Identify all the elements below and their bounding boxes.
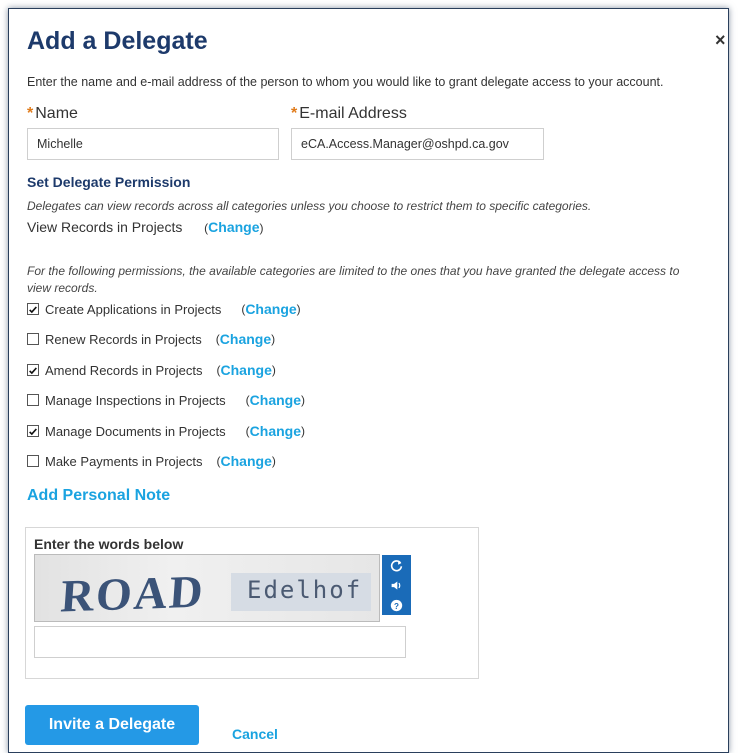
add-delegate-dialog: Add a Delegate × Enter the name and e-ma… bbox=[8, 8, 729, 753]
checkmark-icon bbox=[29, 427, 37, 435]
permission-row: Make Payments in Projects(Change) bbox=[27, 453, 276, 469]
invite-delegate-button[interactable]: Invite a Delegate bbox=[25, 705, 199, 745]
permission-label: Renew Records in Projects bbox=[45, 331, 202, 347]
permission-label: Create Applications in Projects bbox=[45, 301, 222, 317]
permission-change-link[interactable]: Change bbox=[250, 423, 301, 439]
permission-checkbox[interactable] bbox=[27, 425, 39, 437]
permission-checkbox[interactable] bbox=[27, 333, 39, 345]
permission-label: Manage Inspections in Projects bbox=[45, 392, 226, 408]
captcha-controls: ? bbox=[382, 555, 411, 615]
name-label: * Name bbox=[27, 105, 78, 122]
view-records-label: View Records in Projects bbox=[27, 219, 183, 235]
cancel-link[interactable]: Cancel bbox=[232, 726, 278, 742]
limit-note: For the following permissions, the avail… bbox=[27, 264, 680, 295]
intro-text: Enter the name and e-mail address of the… bbox=[27, 75, 664, 89]
permission-change-link[interactable]: Change bbox=[221, 453, 272, 469]
checkmark-icon bbox=[29, 305, 37, 313]
captcha-input[interactable] bbox=[34, 626, 406, 658]
name-field[interactable]: Michelle bbox=[27, 128, 279, 160]
permission-label: Make Payments in Projects bbox=[45, 453, 203, 469]
permission-row: Create Applications in Projects(Change) bbox=[27, 301, 301, 317]
set-permission-heading: Set Delegate Permission bbox=[27, 174, 191, 190]
permission-label: Manage Documents in Projects bbox=[45, 423, 226, 439]
refresh-icon[interactable] bbox=[386, 557, 407, 573]
permission-change-link[interactable]: Change bbox=[220, 331, 271, 347]
checkmark-icon bbox=[29, 366, 37, 374]
question-icon[interactable]: ? bbox=[386, 597, 407, 613]
permission-label: Amend Records in Projects bbox=[45, 362, 203, 378]
close-icon[interactable]: × bbox=[715, 30, 726, 51]
captcha-box: Enter the words below ROAD Edelhof ? bbox=[25, 527, 479, 679]
view-note: Delegates can view records across all ca… bbox=[27, 199, 592, 213]
permission-checkbox[interactable] bbox=[27, 394, 39, 406]
email-field[interactable]: eCA.Access.Manager@oshpd.ca.gov bbox=[291, 128, 544, 160]
permission-row: Manage Documents in Projects(Change) bbox=[27, 423, 305, 439]
permission-change-link[interactable]: Change bbox=[250, 392, 301, 408]
permission-change-link[interactable]: Change bbox=[221, 362, 272, 378]
required-marker: * bbox=[27, 105, 34, 122]
permission-row: Renew Records in Projects(Change) bbox=[27, 331, 275, 347]
captcha-word-2: Edelhof bbox=[247, 576, 363, 604]
required-marker: * bbox=[291, 105, 298, 122]
svg-text:?: ? bbox=[394, 601, 399, 610]
dialog-title: Add a Delegate bbox=[27, 27, 208, 55]
captcha-label: Enter the words below bbox=[34, 536, 184, 552]
permission-row: Manage Inspections in Projects(Change) bbox=[27, 392, 305, 408]
email-label: * E-mail Address bbox=[291, 105, 407, 122]
view-records-change-link[interactable]: Change bbox=[208, 219, 259, 235]
speaker-icon[interactable] bbox=[386, 577, 407, 593]
view-records-row: View Records in Projects (Change) bbox=[27, 219, 264, 235]
permission-checkbox[interactable] bbox=[27, 455, 39, 467]
permission-change-link[interactable]: Change bbox=[245, 301, 296, 317]
permission-row: Amend Records in Projects(Change) bbox=[27, 362, 276, 378]
permission-checkbox[interactable] bbox=[27, 303, 39, 315]
add-personal-note-link[interactable]: Add Personal Note bbox=[27, 487, 170, 505]
captcha-word-1: ROAD bbox=[58, 565, 207, 622]
captcha-image: ROAD Edelhof bbox=[34, 554, 380, 622]
permission-checkbox[interactable] bbox=[27, 364, 39, 376]
